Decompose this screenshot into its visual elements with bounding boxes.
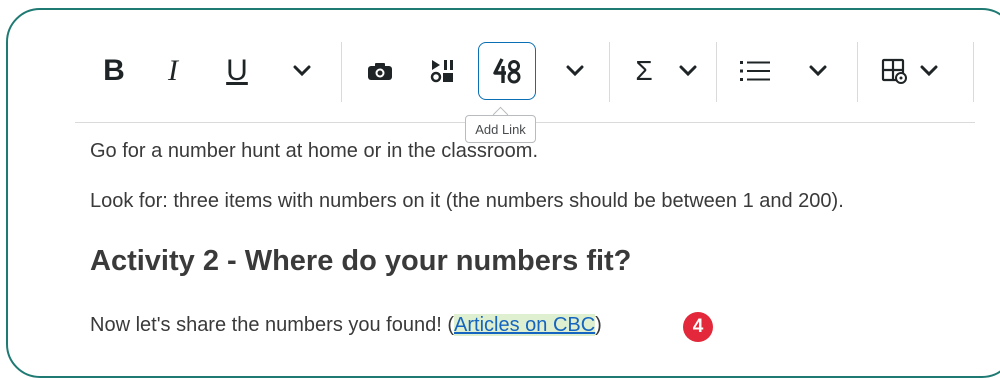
add-link-tooltip: Add Link [465,115,536,143]
toolbar-divider [973,42,974,102]
camera-icon [368,63,392,80]
table-more-button[interactable] [917,42,941,100]
paragraph-share: Now let's share the numbers you found! (… [90,314,602,337]
italic-button[interactable]: I [158,42,188,100]
add-link-icon [493,58,521,84]
list-more-button[interactable] [806,42,830,100]
chevron-down-icon [809,65,827,77]
bold-button[interactable]: B [96,42,132,100]
share-text: Now let's share the numbers you found! ( [90,314,455,336]
step-badge: 4 [683,312,713,342]
list-icon [740,61,770,81]
add-link-button[interactable] [478,42,536,100]
paragraph-number-hunt: Go for a number hunt at home or in the c… [90,140,538,162]
articles-link[interactable]: Articles on CBC [454,314,596,336]
insert-media-button[interactable] [428,42,458,100]
toolbar-divider [341,42,342,102]
underline-button[interactable]: U [222,42,252,100]
toolbar-divider [857,42,858,102]
media-icon [430,60,453,83]
equation-button[interactable]: Σ [633,42,655,100]
format-more-button[interactable] [290,42,314,100]
insert-more-button[interactable] [563,42,587,100]
paragraph-look-for: Look for: three items with numbers on it… [90,190,844,212]
chevron-down-icon [679,65,697,77]
list-button[interactable] [738,42,772,100]
insert-image-button[interactable] [365,42,395,100]
toolbar-divider [609,42,610,102]
table-icon [881,58,907,84]
chevron-down-icon [920,65,938,77]
toolbar-divider [716,42,717,102]
editor-toolbar: B I U Σ [0,0,1000,120]
equation-more-button[interactable] [676,42,700,100]
chevron-down-icon [293,65,311,77]
activity-heading: Activity 2 - Where do your numbers fit? [90,245,632,277]
chevron-down-icon [566,65,584,77]
table-button[interactable] [880,42,908,100]
share-text-end: ) [595,314,602,336]
